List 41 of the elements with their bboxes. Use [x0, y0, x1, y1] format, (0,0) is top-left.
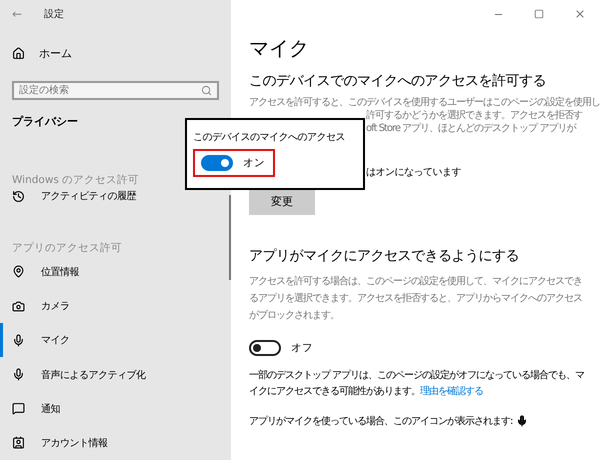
speech-bubble-icon [12, 402, 25, 416]
description-line: アクセスを許可すると、このデバイスを使用するユーザーはこのページの設定を使用し [249, 96, 600, 109]
sidebar-item[interactable]: アカウント情報 [0, 426, 231, 460]
toggle-label: オン [243, 156, 265, 170]
group-heading: Windows のアクセス許可 [12, 173, 140, 188]
icon-note-text: アプリがマイクを使っている場合、このアイコンが表示されます: [249, 414, 512, 428]
window-title: 設定 [44, 8, 64, 21]
camera-icon [12, 300, 25, 313]
microphone-icon [12, 368, 25, 381]
sidebar-item[interactable]: 位置情報 [0, 254, 231, 290]
note-text: 一部のデスクトップ アプリは、このページの設定がオフになっている場合でも、マイクにアクセスできる可能性があります。理由を確認する [249, 368, 586, 399]
home-icon [12, 47, 25, 60]
toggle-switch[interactable] [201, 155, 233, 171]
search-field[interactable]: 設定の検索 [12, 80, 219, 100]
description-line: oft Store アプリ、ほとんどのデスクトップ アプリが [366, 122, 576, 135]
description-text: アクセスを許可する場合は、このページの設定を使用して、マイクにアクセスできるアプリを選択できます。アクセスを拒否すると、アプリからマイクへのアクセスがブロックされます。 [249, 274, 583, 323]
reason-link[interactable]: 理由を確認する [420, 386, 483, 397]
section-heading: アプリがマイクにアクセスできるようにする [249, 247, 520, 265]
contact-card-icon [12, 436, 25, 450]
page-title: マイク [249, 36, 310, 60]
mic-icon [516, 415, 528, 427]
location-pin-icon [12, 265, 25, 278]
popup-title: このデバイスのマイクへのアクセス [193, 131, 346, 144]
search-icon [201, 84, 212, 96]
toggle-label: オフ [291, 341, 313, 355]
sidebar-item[interactable]: カメラ [0, 289, 231, 324]
sidebar-item[interactable]: 通知 [0, 392, 231, 426]
maximize-icon[interactable] [534, 9, 544, 19]
sidebar-item[interactable]: 音声によるアクティブ化 [0, 357, 231, 392]
status-text: はオンになっています [366, 166, 461, 179]
sidebar-item[interactable]: アクティビティの履歴 [0, 187, 231, 205]
category-title: プライバシー [12, 114, 79, 130]
group-heading: アプリのアクセス許可 [12, 240, 123, 255]
home-link[interactable]: ホーム [39, 46, 72, 62]
close-icon[interactable] [574, 8, 586, 20]
history-icon [12, 190, 25, 203]
description-line: 許可するかどうかを選択できます。アクセスを拒否す [366, 109, 582, 122]
toggle-switch[interactable] [249, 340, 281, 356]
section-heading: このデバイスでのマイクへのアクセスを許可する [249, 72, 547, 90]
sidebar-item[interactable]: マイク [0, 323, 231, 358]
microphone-icon [12, 334, 25, 347]
